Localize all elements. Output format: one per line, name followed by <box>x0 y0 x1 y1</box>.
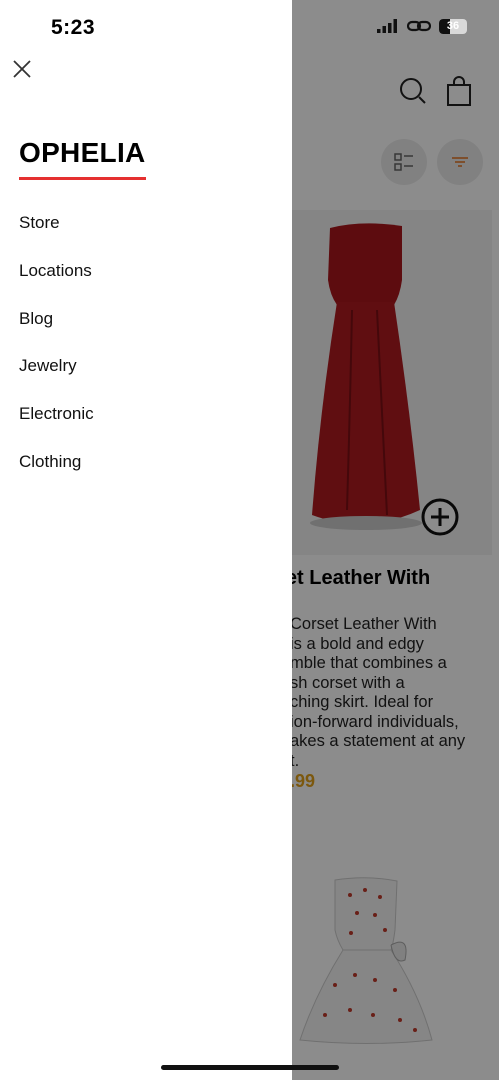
brand-logo: OPHELIA <box>19 137 146 168</box>
status-time: 5:23 <box>51 16 96 39</box>
close-icon[interactable] <box>10 57 34 81</box>
menu-item-store[interactable]: Store <box>19 212 94 260</box>
menu-item-jewelry[interactable]: Jewelry <box>19 355 94 403</box>
navigation-drawer: OPHELIA Store Locations Blog Jewelry Ele… <box>0 0 292 1080</box>
link-icon <box>407 20 431 32</box>
battery-level: 36 <box>446 20 460 32</box>
menu-item-clothing[interactable]: Clothing <box>19 451 94 499</box>
brand-underline <box>19 177 146 180</box>
drawer-menu: Store Locations Blog Jewelry Electronic … <box>19 212 94 499</box>
status-indicators: 36 <box>377 18 467 34</box>
overlay-scrim[interactable] <box>292 0 499 1080</box>
cellular-signal-icon <box>377 19 397 33</box>
menu-item-electronic[interactable]: Electronic <box>19 403 94 451</box>
home-indicator[interactable] <box>161 1065 339 1070</box>
menu-item-locations[interactable]: Locations <box>19 260 94 308</box>
battery-icon: 36 <box>439 18 467 34</box>
menu-item-blog[interactable]: Blog <box>19 308 94 356</box>
